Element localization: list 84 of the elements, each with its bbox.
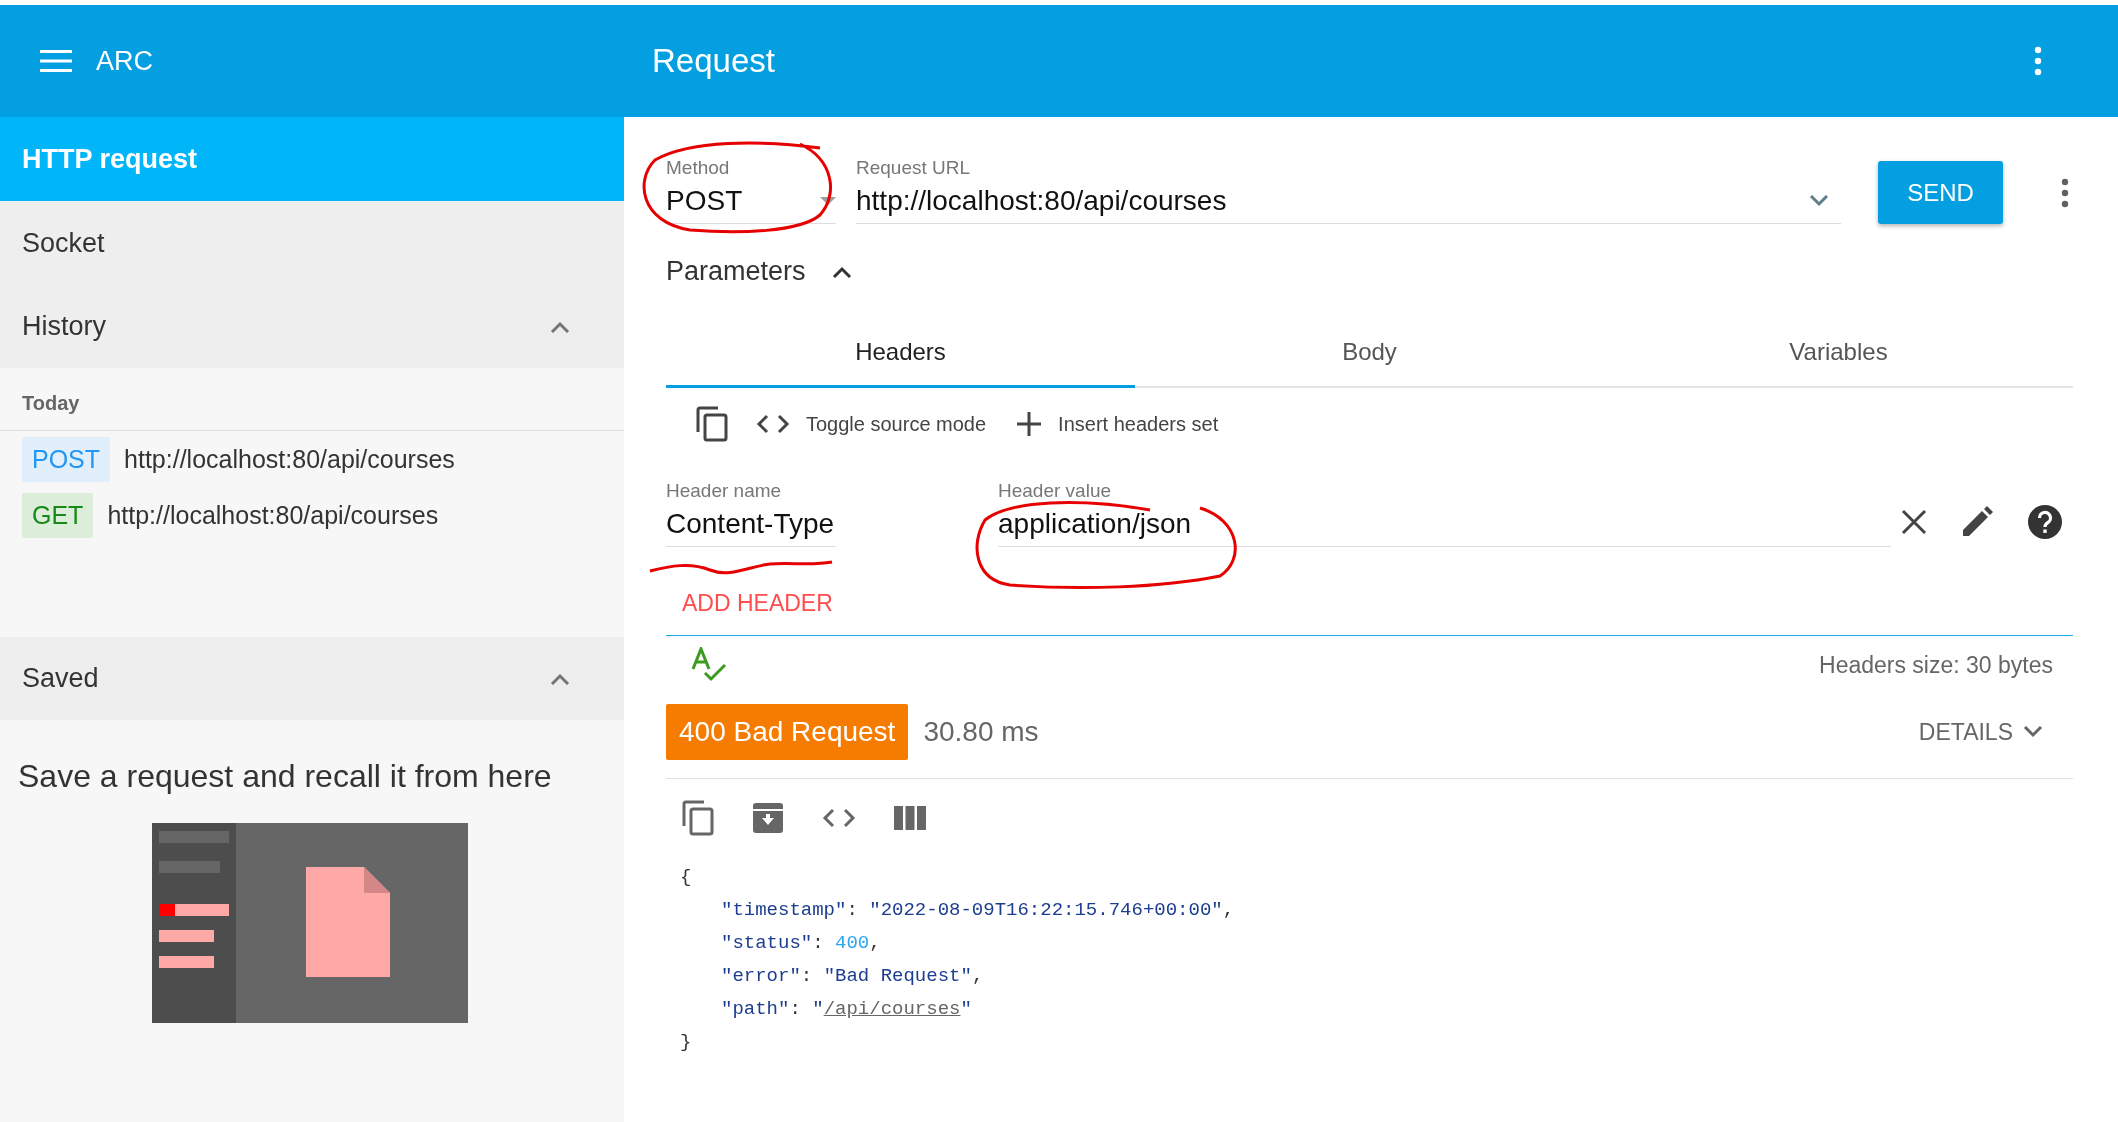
json-punctuation: : [800, 965, 814, 987]
history-url[interactable]: http://localhost:80/api/courses [107, 501, 439, 530]
method-badge: POST [22, 437, 111, 482]
status-badge: 400 Bad Request [666, 704, 909, 760]
dropdown-arrow-icon [820, 197, 836, 205]
toolbar-button[interactable]: Toggle source mode [756, 412, 987, 436]
columns-icon [894, 806, 926, 830]
field-label: Header value [998, 480, 1113, 502]
group-label: Today [0, 368, 624, 431]
more-icon [2034, 46, 2042, 76]
method-badge: GET [22, 493, 94, 538]
header-name-field[interactable]: Header name Content-Type [666, 480, 836, 547]
json-key: "timestamp" [721, 899, 847, 921]
code-view-button[interactable] [822, 808, 856, 828]
json-punctuation: : [789, 998, 802, 1020]
help-icon [2027, 503, 2063, 540]
copy-button[interactable] [696, 406, 728, 442]
json-link[interactable]: /api/courses [823, 998, 961, 1020]
app-name: ARC [96, 45, 153, 77]
field-value: POST [666, 185, 743, 217]
json-punctuation: } [680, 1031, 692, 1053]
field-value: Content-Type [666, 508, 836, 540]
more-icon [2061, 177, 2069, 208]
field-label: Header name [666, 480, 783, 502]
headers-size: Headers size: 30 bytes [1819, 651, 2053, 679]
section-title: Parameters [666, 256, 806, 287]
copy-icon [696, 406, 728, 442]
copy-icon [682, 800, 714, 836]
chevron-down-icon [2023, 726, 2043, 738]
remove-button[interactable] [1901, 508, 1927, 535]
save-button[interactable] [752, 802, 784, 834]
json-punctuation: { [680, 866, 692, 888]
chevron-up-icon [831, 265, 852, 278]
nav-item[interactable]: Socket [0, 201, 624, 285]
response-time: 30.80 ms [923, 716, 1040, 748]
section-header[interactable]: History [0, 285, 624, 368]
json-key: "error" [721, 965, 801, 987]
tab[interactable]: Body [1135, 319, 1604, 388]
empty-message: Save a request and recall it from here [17, 757, 553, 796]
chevron-up-icon [550, 672, 570, 685]
section-header[interactable]: Saved [0, 637, 624, 720]
url-field[interactable]: Request URL http://localhost:80/api/courses [856, 157, 1841, 224]
menu-icon [40, 49, 72, 73]
json-punctuation: , [869, 932, 881, 954]
help-button[interactable] [2027, 503, 2063, 540]
json-punctuation: , [1222, 899, 1235, 921]
json-punctuation: , [971, 965, 984, 987]
json-string: " [960, 998, 972, 1020]
json-key: "status" [721, 932, 813, 954]
archive-icon [752, 802, 784, 834]
spellcheck-icon [690, 647, 728, 683]
details-button[interactable]: DETAILS [1918, 718, 2043, 746]
chevron-down-icon [1809, 195, 1829, 207]
json-string: "2022-08-09T16:22:15.746+00:00" [869, 899, 1223, 921]
header-value-field[interactable]: Header value application/json [998, 480, 1891, 547]
field-value: application/json [998, 508, 1193, 540]
field-label: Method [666, 157, 731, 179]
history-url[interactable]: http://localhost:80/api/courses [124, 445, 455, 474]
table-view-button[interactable] [894, 806, 926, 830]
toolbar-button[interactable]: Insert headers set [1016, 411, 1219, 437]
edit-button[interactable] [1961, 505, 1993, 538]
section-title: Saved [22, 663, 99, 694]
json-string: " [812, 998, 824, 1020]
chevron-up-icon [550, 320, 570, 333]
field-label: Request URL [856, 157, 972, 179]
method-select[interactable]: Method POST [666, 157, 836, 224]
pencil-icon [1961, 505, 1993, 538]
json-string: "Bad Request" [823, 965, 972, 987]
plus-icon [1016, 411, 1043, 437]
copy-button[interactable] [682, 800, 714, 836]
page-title: Request [651, 42, 776, 80]
json-punctuation: : [846, 899, 859, 921]
tab[interactable]: Headers [666, 319, 1135, 388]
tab[interactable]: Variables [1604, 319, 2073, 388]
json-punctuation: : [812, 932, 825, 954]
code-icon [756, 414, 790, 434]
close-icon [1901, 508, 1927, 535]
section-title: History [22, 311, 106, 342]
json-number: 400 [835, 932, 870, 954]
field-value: http://localhost:80/api/courses [856, 185, 1227, 217]
menu-button[interactable] [40, 49, 72, 73]
code-icon [822, 808, 856, 828]
json-key: "path" [721, 998, 790, 1020]
more-button[interactable] [2034, 46, 2042, 76]
